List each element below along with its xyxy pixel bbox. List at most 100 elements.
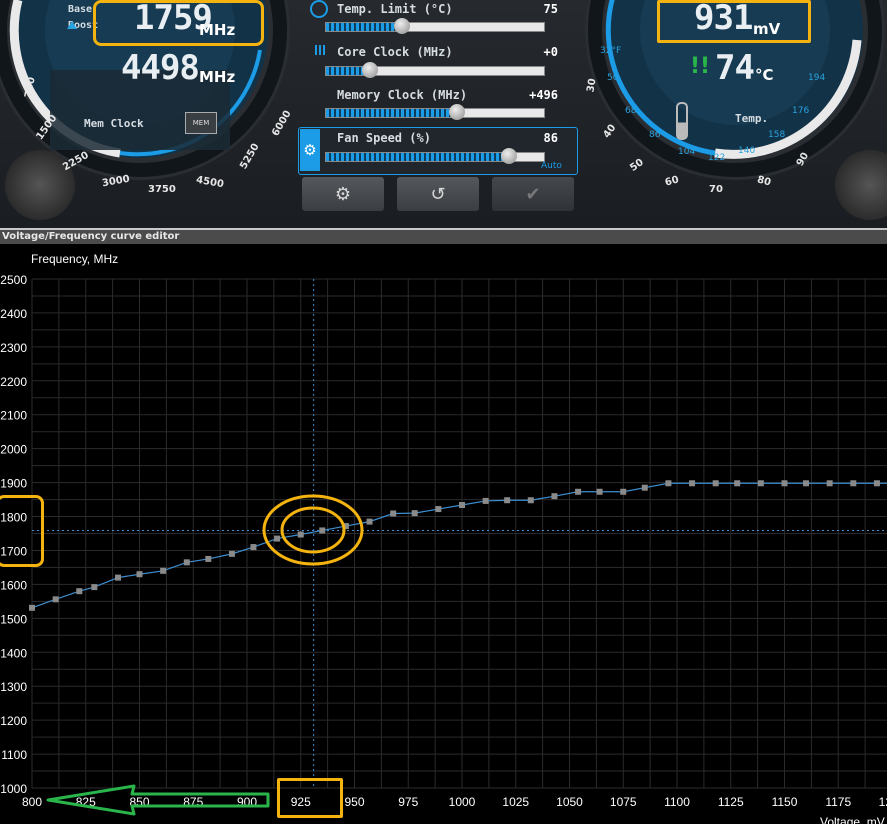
x-tick-label: 1200 (879, 795, 887, 809)
x-tick-label: 1000 (449, 795, 476, 809)
curve-point[interactable] (91, 584, 98, 591)
y-tick-label: 1600 (0, 578, 27, 592)
x-axis-title: Voltage, mV (820, 815, 885, 824)
y-tick-label: 2500 (0, 273, 27, 287)
link-icon[interactable] (310, 0, 328, 18)
curve-point[interactable] (29, 604, 35, 611)
fan-gear-icon[interactable]: ⚙ (300, 129, 320, 171)
x-tick-label: 1175 (825, 795, 851, 809)
mem-clock-value: 4498 (121, 48, 200, 88)
y-axis-title: Frequency, MHz (31, 252, 118, 266)
curve-point[interactable] (757, 480, 764, 487)
curve-point[interactable] (435, 506, 442, 513)
curve-point[interactable] (575, 488, 582, 495)
vf-curve-chart[interactable]: 1000110012001300140015001600170018001900… (0, 244, 887, 824)
apply-button[interactable]: ✔ (492, 177, 574, 211)
fan-speed-slider[interactable] (325, 148, 545, 164)
y-tick-label: 1400 (0, 646, 27, 660)
curve-point[interactable] (52, 596, 59, 603)
curve-point[interactable] (482, 497, 489, 504)
curve-point[interactable] (826, 480, 833, 487)
temperature-unit: °C (755, 66, 774, 84)
fahrenheit-label: 32°F (600, 46, 622, 56)
fan-auto-label[interactable]: Auto (541, 161, 562, 171)
y-tick-label: 2300 (0, 341, 27, 355)
memory-clock-label: Memory Clock (MHz) (337, 88, 468, 102)
fahrenheit-tick: 176 (792, 106, 810, 116)
fahrenheit-tick: 86 (649, 130, 661, 140)
settings-button[interactable]: ⚙ (302, 177, 384, 211)
curve-point[interactable] (620, 488, 627, 495)
curve-point[interactable] (76, 588, 83, 595)
green-arrow-icon (46, 784, 270, 816)
y-tick-label: 1900 (0, 477, 27, 491)
x-tick-label: 1075 (610, 795, 637, 809)
settings-icon: ⚙ (334, 183, 352, 205)
mem-clock-label: Mem Clock (84, 117, 144, 130)
curve-point[interactable] (551, 493, 558, 500)
fan-speed-label: Fan Speed (%) (337, 131, 431, 145)
curve-point[interactable] (115, 574, 121, 581)
slider-knob[interactable] (448, 104, 465, 120)
curve-point[interactable] (873, 480, 880, 487)
mem-clock-unit: MHz (199, 68, 236, 86)
curve-point[interactable] (712, 480, 719, 487)
x-tick-label: 1125 (718, 795, 744, 809)
curve-point[interactable] (803, 480, 809, 487)
curve-point[interactable] (665, 480, 672, 487)
fahrenheit-tick: 104 (678, 147, 696, 157)
slider-knob[interactable] (501, 148, 518, 164)
curve-point[interactable] (596, 488, 603, 495)
apply-check-icon: ✔ (525, 183, 541, 205)
curve-point[interactable] (459, 501, 465, 508)
curve-point[interactable] (504, 497, 511, 504)
slider-knob[interactable] (394, 18, 411, 34)
core-clock-slider[interactable] (325, 62, 545, 78)
x-tick-label: 1150 (772, 795, 798, 809)
slider-knob[interactable] (361, 62, 378, 78)
x-tick-label: 950 (344, 795, 364, 809)
voltage-axis-highlight-box (277, 778, 343, 818)
voltage-highlight-box (657, 0, 811, 43)
curve-point[interactable] (527, 497, 534, 504)
base-label: Base (68, 4, 93, 15)
bars-icon (315, 45, 325, 55)
curve-point[interactable] (689, 480, 696, 487)
gpu-clock-highlight-box (93, 0, 264, 46)
curve-point[interactable] (734, 480, 741, 487)
memory-clock-slider[interactable] (325, 104, 545, 120)
curve-point[interactable] (641, 484, 648, 491)
x-tick-label: 800 (22, 795, 42, 809)
core-clock-label: Core Clock (MHz) (337, 45, 453, 59)
warning-icon: !! (690, 54, 711, 79)
curve-point[interactable] (183, 559, 190, 566)
fahrenheit-tick: 50 (607, 73, 619, 83)
mem-chip-icon: MEM (185, 112, 217, 134)
y-tick-label: 1300 (0, 680, 27, 694)
curve-point[interactable] (228, 550, 235, 557)
curve-point[interactable] (136, 571, 143, 578)
curve-point[interactable] (160, 567, 167, 574)
curve-editor-titlebar[interactable]: Voltage/Frequency curve editor (0, 230, 887, 244)
temp-label: Temp. (735, 112, 769, 125)
y-tick-label: 1000 (0, 782, 27, 796)
x-tick-label: 975 (398, 795, 418, 809)
curve-point[interactable] (411, 510, 418, 517)
temp-limit-slider[interactable] (325, 18, 545, 34)
temp-limit-value: 75 (543, 2, 558, 16)
reset-button[interactable]: ↺ (397, 177, 479, 211)
fahrenheit-tick: 194 (808, 73, 826, 83)
temp-limit-label: Temp. Limit (°C) (337, 2, 453, 16)
fahrenheit-tick: 122 (708, 153, 726, 163)
curve-point[interactable] (205, 555, 212, 562)
fahrenheit-tick: 158 (768, 130, 786, 140)
curve-point[interactable] (850, 480, 857, 487)
boost-triangle-icon (67, 21, 77, 29)
x-tick-label: 1100 (664, 795, 690, 809)
curve-point[interactable] (390, 510, 397, 517)
thermometer-icon (676, 102, 688, 140)
cursor-point-highlight-circles (262, 494, 364, 566)
frequency-highlight-box (0, 495, 44, 567)
curve-point[interactable] (781, 480, 788, 487)
reset-icon: ↺ (430, 183, 446, 205)
